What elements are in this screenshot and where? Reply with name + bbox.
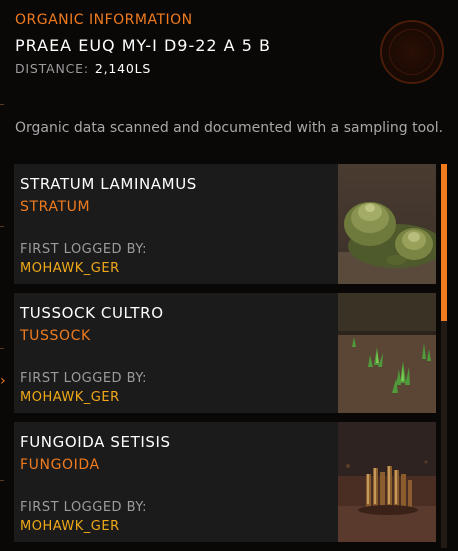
panel-edge-chevron-icon: › (0, 373, 6, 389)
edge-tick (0, 348, 4, 349)
fungoida-image (338, 422, 436, 542)
planet-emblem-icon (380, 20, 444, 84)
distance-readout: DISTANCE: 2,140LS (15, 61, 151, 76)
edge-tick (0, 480, 4, 481)
organic-description: Organic data scanned and documented with… (15, 120, 444, 136)
edge-tick (0, 226, 4, 227)
edge-tick (0, 104, 4, 105)
genus-name: TUSSOCK (20, 328, 91, 344)
scrollbar-thumb[interactable] (441, 164, 447, 321)
first-logged-label: FIRST LOGGED BY: (20, 242, 147, 257)
first-logged-label: FIRST LOGGED BY: (20, 371, 147, 386)
stratum-image (338, 164, 436, 284)
genus-name: FUNGOIDA (20, 457, 100, 473)
tussock-image (338, 293, 436, 413)
distance-label: DISTANCE: (15, 61, 89, 76)
commander-name: MOHAWK_GER (20, 519, 120, 534)
list-item[interactable]: TUSSOCK CULTRO TUSSOCK FIRST LOGGED BY: … (14, 293, 436, 413)
list-item[interactable]: STRATUM LAMINAMUS STRATUM FIRST LOGGED B… (14, 164, 436, 284)
commander-name: MOHAWK_GER (20, 390, 120, 405)
species-name: TUSSOCK CULTRO (20, 304, 164, 322)
list-scrollbar[interactable] (441, 164, 447, 548)
body-name: PRAEA EUQ MY-I D9-22 A 5 B (15, 36, 271, 55)
genus-name: STRATUM (20, 199, 91, 215)
organics-list: STRATUM LAMINAMUS STRATUM FIRST LOGGED B… (14, 164, 436, 551)
commander-name: MOHAWK_GER (20, 261, 120, 276)
section-title: ORGANIC INFORMATION (15, 12, 193, 28)
list-item[interactable]: FUNGOIDA SETISIS FUNGOIDA FIRST LOGGED B… (14, 422, 436, 542)
species-name: STRATUM LAMINAMUS (20, 175, 197, 193)
species-name: FUNGOIDA SETISIS (20, 433, 171, 451)
first-logged-label: FIRST LOGGED BY: (20, 500, 147, 515)
distance-value: 2,140LS (94, 61, 152, 76)
